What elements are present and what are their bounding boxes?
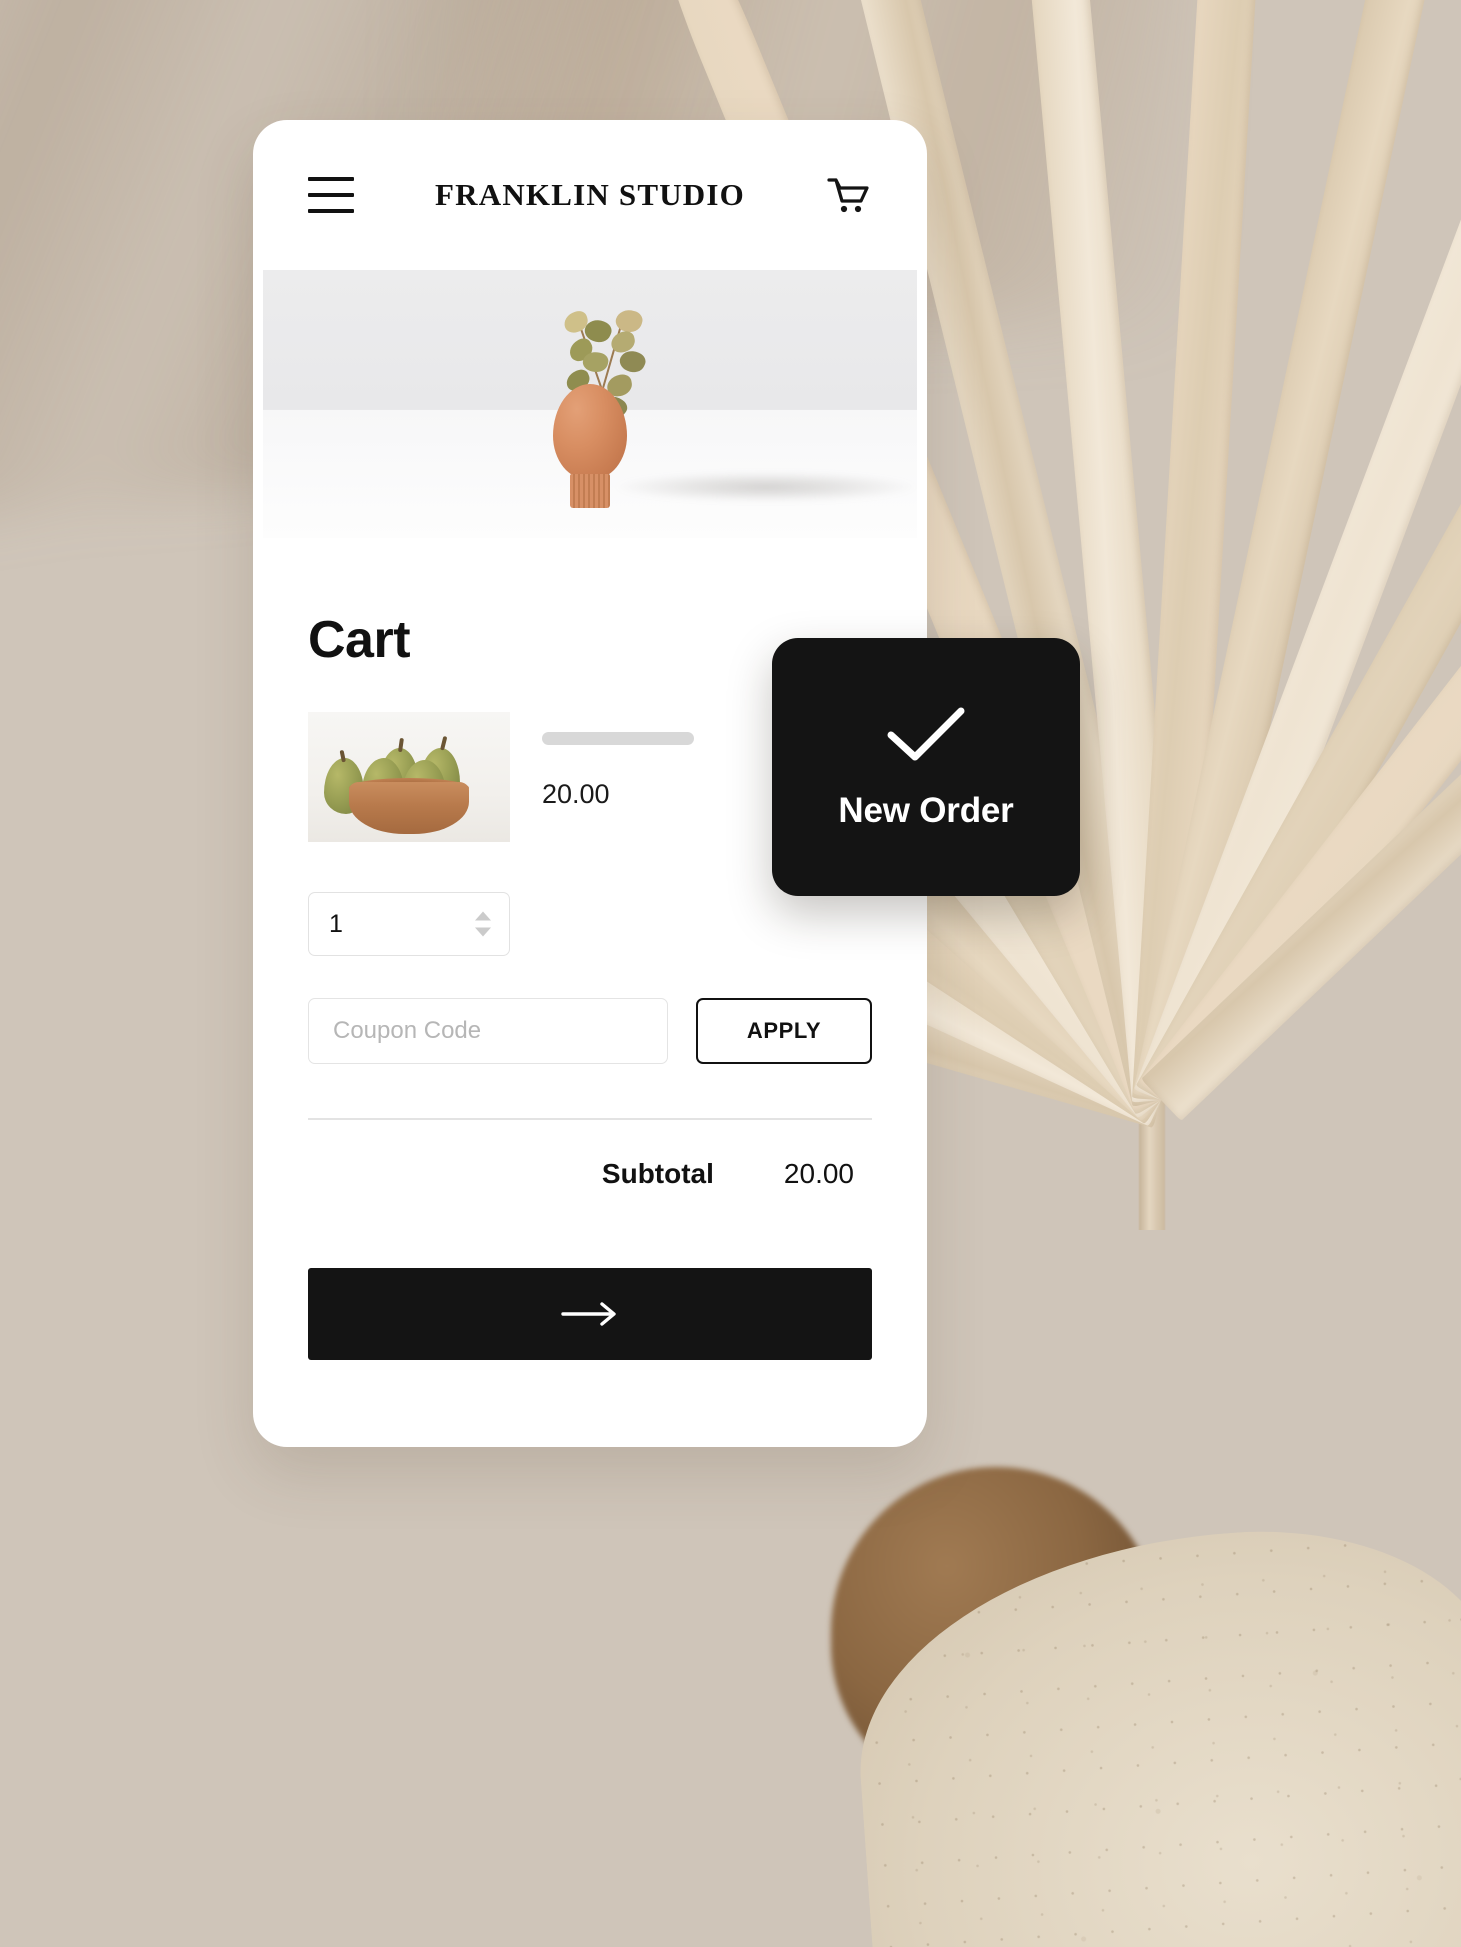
hero-vase-shadow: [616, 472, 917, 502]
summary-divider: [308, 1118, 872, 1120]
subtotal-label: Subtotal: [601, 1158, 714, 1189]
terracotta-vase: [553, 384, 627, 508]
wooden-bowl: [349, 782, 469, 834]
subtotal-value: 20.00: [783, 1158, 854, 1189]
checkout-button[interactable]: [308, 1268, 872, 1360]
product-title-placeholder: [542, 732, 694, 745]
quantity-spinner[interactable]: [475, 911, 491, 937]
arrow-right-icon: [561, 1302, 616, 1326]
vase-fluted-foot: [570, 474, 610, 508]
hero-product-image: [263, 270, 917, 538]
coupon-code-input[interactable]: [308, 998, 668, 1064]
apply-coupon-button[interactable]: APPLY: [696, 998, 872, 1064]
shopping-cart-glyph: [827, 178, 869, 213]
new-order-label: New Order: [838, 791, 1014, 830]
new-order-toast[interactable]: New Order: [772, 638, 1080, 896]
subtotal-row: Subtotal 20.00: [308, 1158, 872, 1190]
vase-body: [553, 384, 627, 480]
quantity-value: 1: [329, 909, 343, 938]
quantity-stepper[interactable]: 1: [308, 892, 510, 956]
triangle-down-icon[interactable]: [475, 927, 491, 937]
product-thumbnail[interactable]: [308, 712, 510, 842]
hamburger-menu-icon[interactable]: [308, 177, 354, 213]
app-header: FRANKLIN STUDIO: [253, 120, 927, 270]
shopping-cart-icon[interactable]: [826, 174, 872, 216]
coupon-row: APPLY: [308, 998, 872, 1064]
check-icon: [887, 707, 965, 761]
pear-stem: [440, 735, 448, 751]
triangle-up-icon[interactable]: [475, 911, 491, 921]
page-title-brand: FRANKLIN STUDIO: [435, 177, 745, 212]
